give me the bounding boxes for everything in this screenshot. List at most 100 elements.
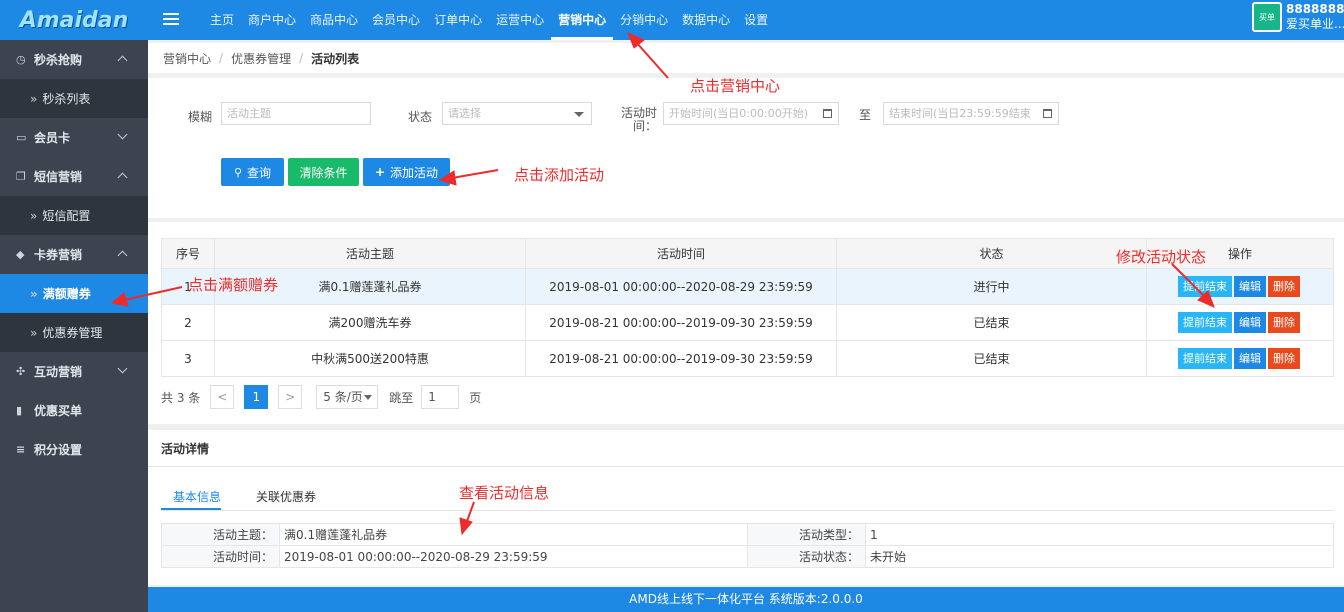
col-status: 状态 (836, 238, 1147, 269)
total-count: 共 3 条 (161, 390, 201, 405)
sidebar-item-full-gift[interactable]: 满额赠券 (0, 274, 148, 313)
sidebar-item-sms-config[interactable]: 短信配置 (0, 196, 148, 235)
sidebar-item-seckill-list[interactable]: 秒杀列表 (0, 79, 148, 118)
breadcrumb-marketing[interactable]: 营销中心 (163, 50, 211, 67)
add-activity-button[interactable]: + 添加活动 (363, 158, 450, 186)
delete-button[interactable]: 删除 (1268, 348, 1300, 369)
end-early-button[interactable]: 提前结束 (1178, 276, 1232, 297)
top-nav: 主页 商户中心 商品中心 会员中心 订单中心 运营中心 营销中心 分销中心 数据… (203, 0, 775, 40)
nav-home[interactable]: 主页 (203, 0, 241, 40)
nav-distribution[interactable]: 分销中心 (613, 0, 675, 40)
row-no: 3 (161, 340, 215, 377)
edit-button[interactable]: 编辑 (1234, 276, 1266, 297)
fuzzy-search-input[interactable]: 活动主题 (221, 102, 371, 125)
puzzle-icon: ✣ (16, 364, 26, 378)
breadcrumb: 营销中心 / 优惠券管理 / 活动列表 (148, 43, 1344, 73)
message-icon: ❐ (16, 169, 26, 183)
time-label: 活动时间： (620, 106, 657, 133)
table-row[interactable]: 1 满0.1赠莲蓬礼品券 2019-08-01 00:00:00--2020-0… (161, 268, 1334, 305)
plus-icon: + (374, 165, 386, 179)
nav-goods[interactable]: 商品中心 (303, 0, 365, 40)
annotation-click-marketing: 点击营销中心 (690, 77, 781, 95)
jump-page-input[interactable]: 1 (421, 385, 460, 409)
pagination: 共 3 条 < 1 > 5 条/页 跳至 1 页 (161, 385, 481, 409)
nav-operation[interactable]: 运营中心 (489, 0, 551, 40)
row-status: 已结束 (836, 340, 1147, 377)
edit-button[interactable]: 编辑 (1234, 348, 1266, 369)
end-time-placeholder: 结束时间(当日23:59:59结束 (889, 107, 1031, 120)
sidebar-item-interactive[interactable]: ✣ 互动营销 (0, 352, 148, 391)
nav-settings[interactable]: 设置 (737, 0, 775, 40)
database-icon: ≡ (16, 442, 26, 456)
next-page-button[interactable]: > (278, 385, 303, 409)
chevron-down-icon (117, 129, 128, 140)
activity-detail-panel: 活动详情 基本信息 关联优惠券 活动主题： 满0.1赠莲蓬礼品券 活动类型： 1… (148, 430, 1344, 585)
sidebar-item-discount-pay[interactable]: ▮ 优惠买单 (0, 391, 148, 430)
row-time: 2019-08-21 00:00:00--2019-09-30 23:59:59 (525, 304, 837, 341)
chevron-up-icon (117, 55, 128, 66)
detail-key-status: 活动状态： (747, 545, 866, 568)
detail-key-title: 活动主题： (161, 523, 280, 546)
user-menu[interactable]: 买单 88888888 爱买单业... (1252, 2, 1344, 32)
calendar-icon (1043, 109, 1052, 118)
detail-table: 活动主题： 满0.1赠莲蓬礼品券 活动类型： 1 活动时间： 2019-08-0… (161, 523, 1334, 568)
status-label: 状态 (408, 110, 433, 124)
nav-order[interactable]: 订单中心 (427, 0, 489, 40)
nav-marketing[interactable]: 营销中心 (551, 0, 614, 40)
top-header: Amaidan 主页 商户中心 商品中心 会员中心 订单中心 运营中心 营销中心… (0, 0, 1344, 40)
row-title: 满200赠洗车券 (214, 304, 526, 341)
sidebar-item-label: 优惠买单 (34, 404, 83, 418)
nav-member[interactable]: 会员中心 (365, 0, 427, 40)
annotation-modify-status: 修改活动状态 (1116, 248, 1207, 266)
sidebar-item-label: 优惠券管理 (42, 326, 103, 340)
sidebar-item-seckill[interactable]: ◷ 秒杀抢购 (0, 40, 148, 79)
prev-page-button[interactable]: < (210, 385, 235, 409)
briefcase-icon: ▮ (16, 403, 23, 417)
clear-button[interactable]: 清除条件 (288, 158, 359, 186)
edit-button[interactable]: 编辑 (1234, 312, 1266, 333)
end-time-input[interactable]: 结束时间(当日23:59:59结束 (883, 102, 1059, 125)
detail-value-type: 1 (865, 523, 1334, 546)
annotation-view-info: 查看活动信息 (459, 484, 550, 502)
page-1-button[interactable]: 1 (244, 385, 269, 409)
breadcrumb-coupon-manage[interactable]: 优惠券管理 (231, 50, 291, 67)
sidebar-item-points[interactable]: ≡ 积分设置 (0, 430, 148, 469)
delete-button[interactable]: 删除 (1268, 276, 1300, 297)
sidebar-item-member-card[interactable]: ▭ 会员卡 (0, 118, 148, 157)
annotation-click-add: 点击添加活动 (514, 166, 605, 184)
row-time: 2019-08-21 00:00:00--2019-09-30 23:59:59 (525, 340, 837, 377)
table-row[interactable]: 2 满200赠洗车券 2019-08-21 00:00:00--2019-09-… (161, 304, 1334, 341)
detail-key-type: 活动类型： (747, 523, 866, 546)
nav-merchant[interactable]: 商户中心 (241, 0, 303, 40)
tab-basic-info[interactable]: 基本信息 (173, 488, 221, 505)
status-placeholder: 请选择 (448, 107, 481, 120)
row-actions: 提前结束 编辑 删除 (1146, 268, 1334, 305)
detail-value-time: 2019-08-01 00:00:00--2020-08-29 23:59:59 (279, 545, 748, 568)
nav-data[interactable]: 数据中心 (675, 0, 737, 40)
query-button[interactable]: ⚲ 查询 (221, 158, 284, 186)
end-early-button[interactable]: 提前结束 (1178, 348, 1232, 369)
sidebar-item-coupon-manage[interactable]: 优惠券管理 (0, 313, 148, 352)
start-time-placeholder: 开始时间(当日0:00:00开始) (669, 107, 808, 120)
menu-toggle-icon[interactable] (163, 11, 179, 27)
delete-button[interactable]: 删除 (1268, 312, 1300, 333)
table-row[interactable]: 3 中秋满500送200特惠 2019-08-21 00:00:00--2019… (161, 340, 1334, 377)
row-title: 中秋满500送200特惠 (214, 340, 526, 377)
sidebar-item-label: 秒杀列表 (42, 92, 91, 106)
sidebar-item-sms[interactable]: ❐ 短信营销 (0, 157, 148, 196)
breadcrumb-activity-list: 活动列表 (311, 51, 360, 66)
status-select[interactable]: 请选择 (442, 102, 592, 125)
col-title: 活动主题 (214, 238, 526, 269)
end-early-button[interactable]: 提前结束 (1178, 312, 1232, 333)
start-time-input[interactable]: 开始时间(当日0:00:00开始) (663, 102, 839, 125)
user-name: 爱买单业... (1286, 17, 1344, 31)
tab-related-coupons[interactable]: 关联优惠券 (256, 488, 316, 505)
calendar-icon (823, 109, 832, 118)
sidebar-item-label: 卡券营销 (34, 248, 83, 262)
sidebar-item-coupon-marketing[interactable]: ◆ 卡券营销 (0, 235, 148, 274)
sidebar-item-label: 积分设置 (34, 443, 83, 457)
page-size-select[interactable]: 5 条/页 (316, 385, 379, 409)
sidebar-item-label: 互动营销 (34, 365, 83, 379)
add-activity-label: 添加活动 (390, 165, 439, 180)
logo[interactable]: Amaidan (0, 0, 148, 40)
